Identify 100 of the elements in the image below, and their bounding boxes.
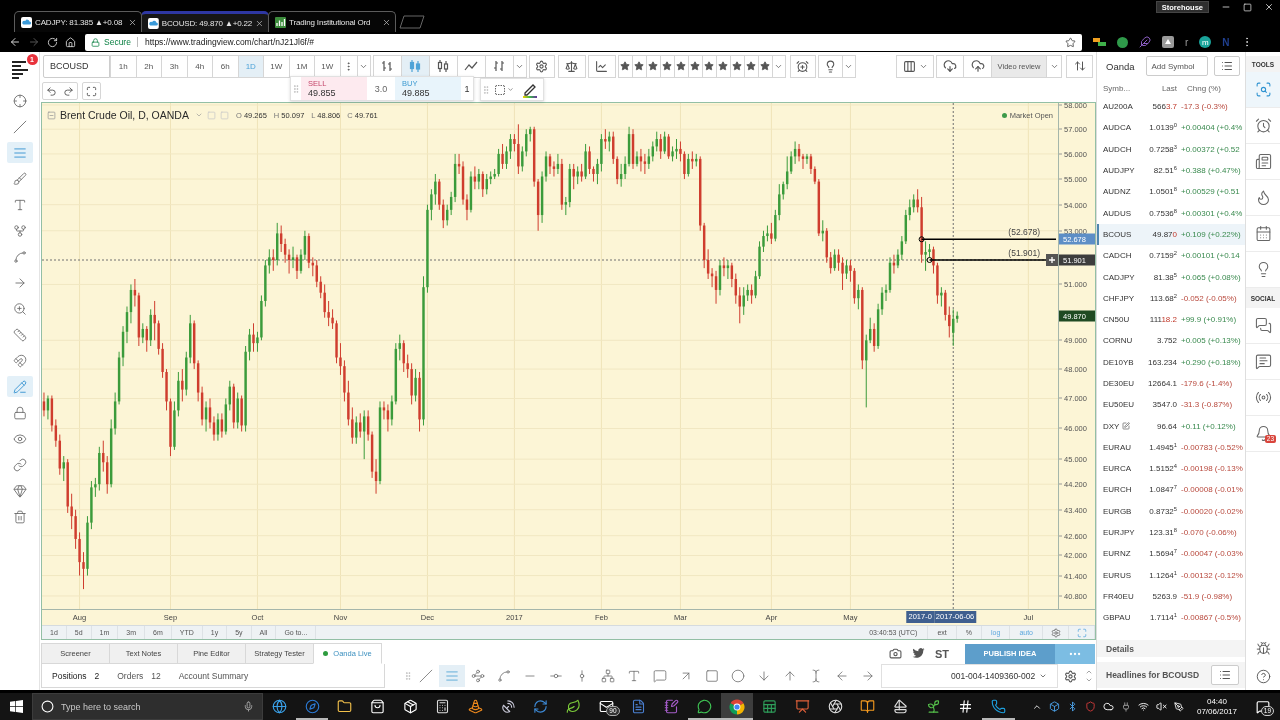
watchlist-row[interactable]: DE10YB 163.234 +0.290 (+0.18%) — [1097, 351, 1245, 373]
watchlist-row[interactable]: BCOUS 49.870 +0.109 (+0.22%) — [1097, 223, 1245, 246]
list-icon[interactable] — [1219, 669, 1231, 681]
news-icon[interactable] — [1254, 153, 1272, 170]
feather-icon[interactable] — [1139, 36, 1151, 48]
network-icon[interactable] — [600, 669, 615, 683]
watchlist-row[interactable]: CADJPY 81.38$^{5}$ +0.065 (+0.08%) — [1097, 266, 1245, 288]
watchlist-row[interactable]: DE30EU 12664.1 -179.6 (-1.4%) — [1097, 372, 1245, 395]
symbol-field[interactable]: BCOUSD — [43, 54, 110, 78]
gem-icon[interactable] — [12, 483, 27, 498]
star-icon[interactable] — [704, 61, 714, 71]
taskbar-button[interactable] — [720, 693, 754, 720]
notebook-icon[interactable] — [664, 699, 680, 714]
folder-icon[interactable] — [337, 699, 353, 714]
ohlc-bars-icon[interactable] — [380, 59, 394, 73]
star-icon[interactable] — [690, 61, 700, 71]
hollow-candles-icon[interactable] — [436, 59, 450, 73]
arrow-icon[interactable] — [12, 275, 27, 290]
hash-icon[interactable] — [958, 699, 974, 714]
watchlist-row[interactable]: EURUS 1.1264$^{1}$ -0.00132 (-0.12% — [1097, 564, 1245, 586]
plug-icon[interactable] — [1120, 701, 1131, 712]
column-header[interactable]: Chng (%) — [1177, 83, 1245, 93]
details-header[interactable]: Details — [1097, 640, 1245, 657]
star-icon[interactable] — [620, 61, 630, 71]
interval-tab[interactable]: 6h — [212, 54, 239, 78]
curve-icon[interactable] — [12, 249, 27, 264]
satellite-dish-icon[interactable] — [500, 699, 516, 714]
reload-icon[interactable] — [47, 36, 58, 48]
watchlist-row[interactable]: EU50EU 3547.0 -31.3 (-0.87%) — [1097, 394, 1245, 416]
caret-icon[interactable] — [1039, 672, 1048, 680]
watchlist-row[interactable]: CHFJPY 113.68$^{2}$ -0.052 (-0.05%) — [1097, 287, 1245, 309]
account-tab[interactable]: Orders 12 — [117, 670, 161, 681]
square-icon[interactable] — [704, 669, 719, 683]
favorite-button[interactable] — [617, 54, 633, 78]
watchlist-row[interactable]: AU200A 5663.7 -17.3 (-0.3%) — [1097, 96, 1245, 118]
caret-icon[interactable] — [507, 86, 514, 93]
plus-icon[interactable] — [1046, 254, 1058, 266]
zoom-in-icon[interactable] — [12, 301, 27, 316]
right-arrow-icon[interactable] — [860, 669, 875, 683]
settings-icon[interactable] — [1050, 627, 1061, 638]
cloud-download-icon[interactable] — [943, 59, 957, 73]
sprout-icon[interactable] — [925, 699, 941, 714]
new-tab-icon[interactable] — [399, 15, 425, 29]
eye-icon[interactable] — [12, 431, 27, 446]
spreadsheet-icon[interactable] — [762, 699, 778, 714]
calendar-icon[interactable] — [1254, 225, 1272, 242]
search-bar[interactable]: Type here to search — [32, 693, 263, 720]
ohlc-bars-icon[interactable] — [492, 59, 506, 73]
watchlist-row[interactable]: DXY 96.64 +0.11 (+0.12%) — [1097, 415, 1245, 437]
star-icon[interactable] — [676, 61, 686, 71]
interval-tab[interactable]: 1W — [263, 54, 290, 78]
address-field[interactable]: Secure https://www.tradingview.com/chart/nJ21Jl6f/# — [85, 33, 1082, 51]
ideas-button[interactable] — [817, 54, 843, 78]
circle-icon[interactable] — [730, 669, 745, 683]
note-icon[interactable] — [1122, 422, 1131, 431]
star-icon[interactable] — [648, 61, 658, 71]
left-arrow-icon[interactable] — [834, 669, 849, 683]
watchlist-row[interactable]: AUDCH 0.7258$^{3}$ +0.00372 (+0.52 — [1097, 138, 1245, 160]
watchlist-row[interactable]: CADCH 0.7159$^{2}$ +0.00101 (+0.14 — [1097, 245, 1245, 267]
speech-bubble-icon[interactable] — [652, 669, 667, 683]
start-icon[interactable] — [9, 700, 23, 713]
swap-icon[interactable] — [1073, 60, 1086, 72]
column-header[interactable]: Symb... — [1103, 83, 1139, 93]
columns-icon[interactable] — [902, 59, 916, 73]
ruler-icon[interactable] — [12, 327, 27, 342]
star-icon[interactable] — [746, 61, 756, 71]
nodes-icon[interactable] — [470, 669, 485, 683]
list-button[interactable] — [1214, 56, 1240, 76]
star-icon[interactable] — [760, 61, 770, 71]
chart-line-icon[interactable] — [595, 59, 608, 73]
link-icon[interactable] — [12, 457, 27, 472]
watchlist-row[interactable]: AUDNZ 1.0501$^{8}$ +0.00529 (+0.51 — [1097, 181, 1245, 203]
watchlist-row[interactable]: CN50U 11118.2 +99.9 (+0.91%) — [1097, 308, 1245, 331]
star-icon[interactable] — [634, 61, 644, 71]
mute-icon[interactable] — [1155, 701, 1167, 712]
brush-icon[interactable] — [12, 171, 27, 186]
scale-icon[interactable] — [565, 59, 578, 73]
globe-icon[interactable] — [271, 699, 287, 714]
watchlist-row[interactable]: EURJPY 123.31$^{8}$ -0.070 (-0.06%) — [1097, 521, 1245, 544]
magnet-icon[interactable] — [12, 353, 27, 368]
drag-handle-icon[interactable] — [481, 84, 491, 95]
package-icon[interactable] — [402, 699, 418, 714]
chat-icon[interactable] — [1254, 317, 1272, 334]
trash-icon[interactable] — [12, 509, 27, 524]
sailboat-icon[interactable] — [892, 699, 908, 714]
broadcast-icon[interactable] — [1254, 389, 1272, 406]
browser-tab[interactable]: CADJPY: 81.385 ▲+0.08 — [14, 11, 142, 32]
list-button[interactable] — [1211, 665, 1239, 685]
maximize-icon[interactable] — [1243, 2, 1252, 12]
book-icon[interactable] — [860, 699, 876, 714]
pen-icon[interactable] — [1173, 701, 1184, 712]
chat-bubble-icon[interactable] — [696, 699, 712, 714]
settings-icon[interactable] — [1063, 669, 1077, 683]
line-icon[interactable] — [418, 669, 433, 683]
browser-tab[interactable]: Trading Institutional Ord — [268, 11, 396, 32]
watchlist-row[interactable]: EURCH 1.0847$^{7}$ -0.00008 (-0.01% — [1097, 479, 1245, 501]
bug-icon[interactable] — [1255, 640, 1271, 656]
account-tab[interactable]: Account Summary — [178, 670, 249, 681]
circle-icon[interactable] — [1117, 36, 1128, 48]
chat-text-icon[interactable] — [1254, 353, 1272, 370]
